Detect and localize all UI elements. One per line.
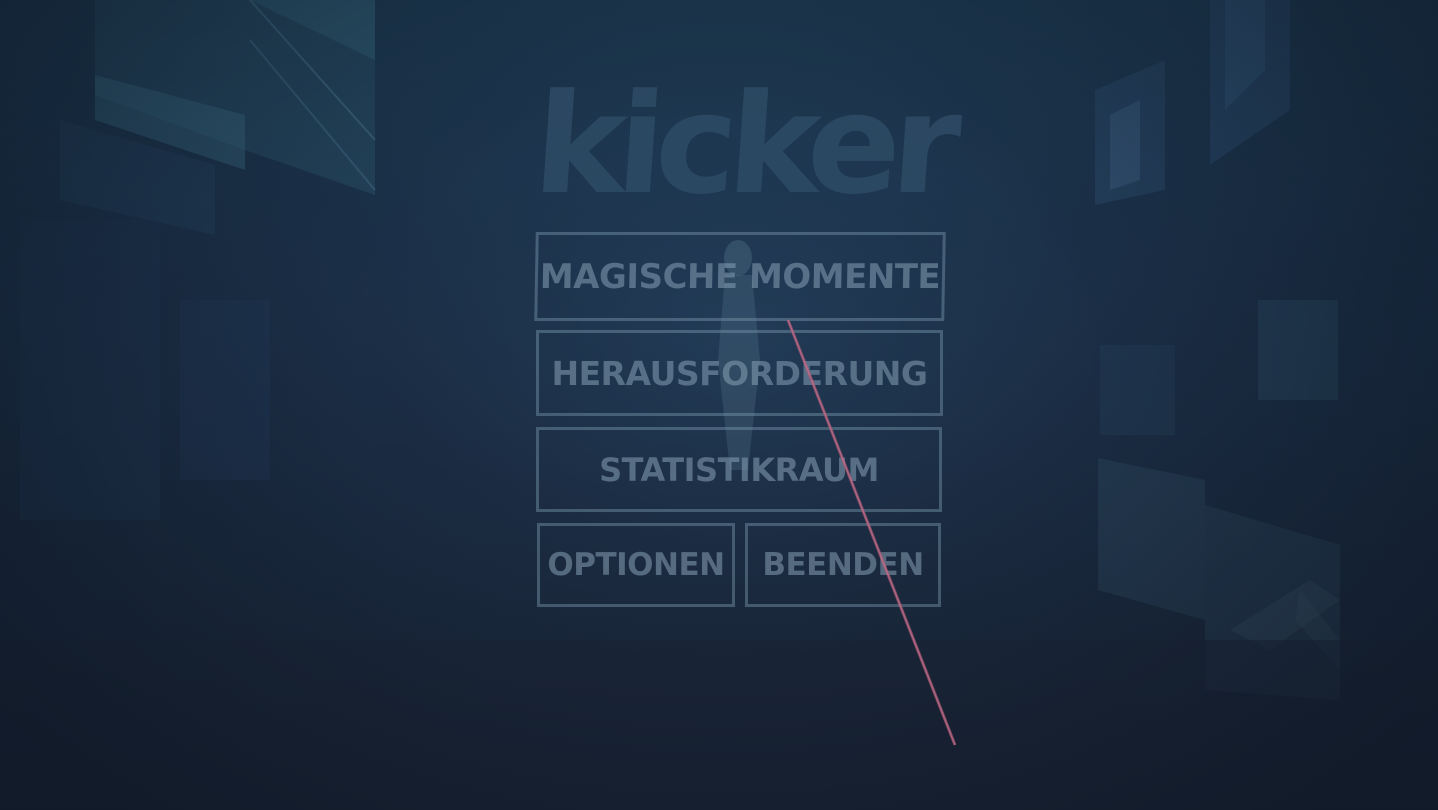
challenge-button[interactable]: HERAUSFORDERUNG — [536, 330, 943, 416]
quit-button[interactable]: BEENDEN — [745, 523, 941, 607]
magic-moments-button[interactable]: MAGISCHE MOMENTE — [534, 232, 946, 321]
vr-main-menu-scene: kicker MAGISCHE MOMENTE HERAUSFORDERUNG … — [0, 0, 1438, 810]
kicker-logo: kicker — [529, 64, 957, 225]
options-button[interactable]: OPTIONEN — [537, 523, 735, 607]
stats-room-button[interactable]: STATISTIKRAUM — [536, 427, 942, 512]
